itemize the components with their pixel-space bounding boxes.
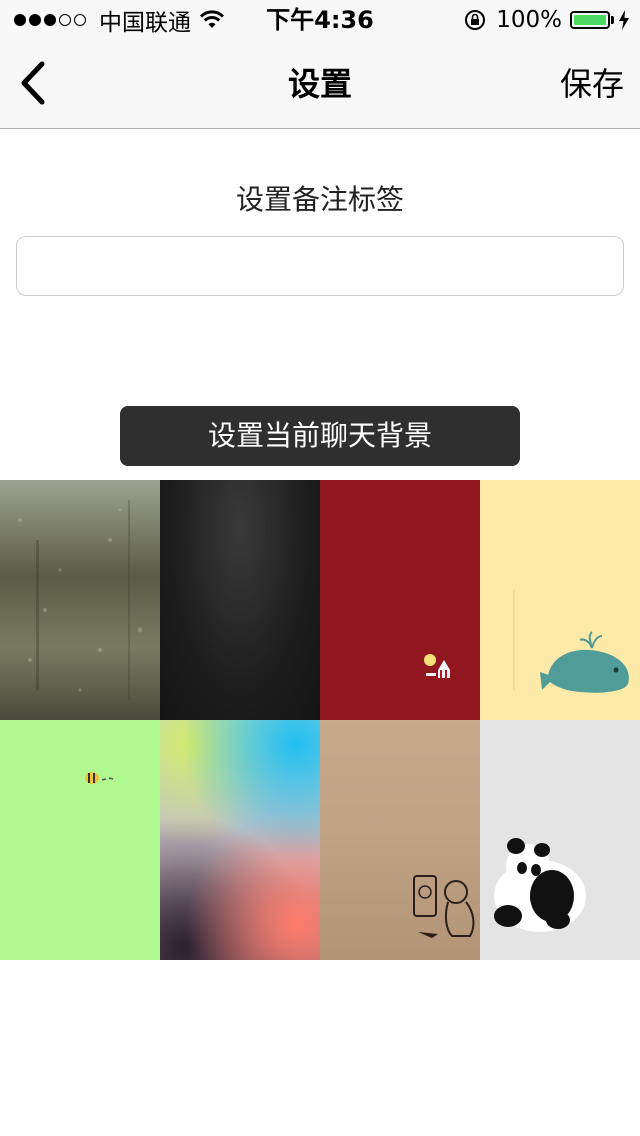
wallpaper-grid bbox=[0, 480, 640, 960]
battery-tip bbox=[611, 16, 614, 24]
charging-bolt-icon bbox=[619, 10, 629, 30]
water-droplets-wallpaper[interactable] bbox=[0, 480, 160, 720]
status-right: 100% bbox=[464, 6, 630, 34]
battery-percent: 100% bbox=[496, 7, 562, 33]
yellow-whale-wallpaper[interactable] bbox=[480, 480, 640, 720]
water-droplets-pattern bbox=[18, 500, 143, 700]
red-circus-wallpaper[interactable] bbox=[320, 480, 480, 720]
bee-icon bbox=[85, 772, 114, 784]
dark-texture-wallpaper[interactable] bbox=[160, 480, 320, 720]
child-drawing-icon bbox=[413, 875, 475, 938]
whale-icon bbox=[513, 590, 629, 693]
chat-background-header: 设置当前聊天背景 bbox=[120, 406, 520, 466]
battery-icon bbox=[570, 11, 610, 29]
remark-label-title: 设置备注标签 bbox=[235, 183, 404, 216]
remark-input[interactable] bbox=[16, 236, 624, 296]
navigation-bar: 设置 保存 bbox=[0, 40, 640, 129]
kraft-paper-wallpaper[interactable] bbox=[320, 720, 480, 960]
green-bee-wallpaper[interactable] bbox=[0, 720, 160, 960]
status-bar: 中国联通 下午4:36 100% bbox=[0, 0, 640, 40]
battery-fill bbox=[574, 15, 606, 25]
circus-tent-icon bbox=[424, 654, 450, 678]
save-button[interactable]: 保存 bbox=[560, 40, 624, 128]
rotation-lock-icon bbox=[465, 10, 486, 30]
panda-icon bbox=[494, 838, 586, 932]
panda-wallpaper[interactable] bbox=[480, 720, 640, 960]
blurred-gradient-wallpaper[interactable] bbox=[160, 720, 320, 960]
page-title: 设置 bbox=[287, 65, 352, 103]
